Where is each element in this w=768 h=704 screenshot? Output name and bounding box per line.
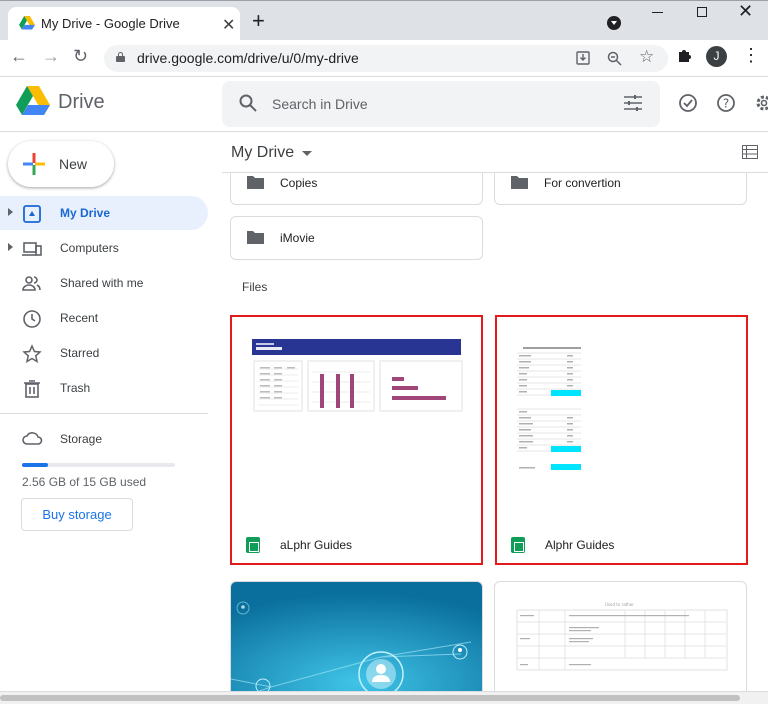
folder-card[interactable]: Copies: [230, 173, 483, 205]
browser-tab[interactable]: My Drive - Google Drive ✕: [8, 7, 240, 41]
offline-ready-icon[interactable]: [678, 93, 698, 113]
new-button[interactable]: New: [8, 141, 114, 187]
install-app-icon[interactable]: [576, 51, 590, 65]
window-close-button[interactable]: ✕: [738, 1, 753, 22]
main-content: Copies For convertion iMovie Files aLphr…: [210, 173, 768, 691]
scrollbar-thumb[interactable]: [0, 695, 740, 701]
new-button-label: New: [59, 156, 88, 172]
spreadsheet-dashboard-thumbnail: [252, 339, 463, 412]
window-minimize-button[interactable]: [651, 4, 665, 18]
drive-favicon-icon: [19, 16, 35, 30]
clock-icon: [23, 310, 41, 328]
google-sheets-icon: [246, 537, 260, 553]
new-plus-icon: [23, 153, 45, 175]
folder-icon: [511, 176, 528, 189]
folder-icon: [247, 176, 264, 189]
file-card[interactable]: aLphr Guides: [230, 315, 483, 565]
media-control-icon[interactable]: [607, 16, 621, 30]
google-sheets-icon: [511, 537, 525, 553]
file-card[interactable]: Used to rather: [494, 581, 747, 691]
reload-icon[interactable]: ↻: [73, 46, 88, 67]
folder-card[interactable]: For convertion: [494, 173, 747, 205]
sidebar-item-label: Shared with me: [60, 276, 144, 290]
buy-storage-button[interactable]: Buy storage: [21, 498, 133, 531]
file-card[interactable]: [230, 581, 483, 691]
storage-used-text: 2.56 GB of 15 GB used: [22, 475, 147, 489]
my-drive-icon: [23, 205, 41, 223]
shared-icon: [22, 276, 41, 291]
folder-name: iMovie: [280, 231, 315, 245]
folder-name: For convertion: [544, 176, 621, 190]
browser-toolbar: ← → ↻ drive.google.com/drive/u/0/my-driv…: [0, 40, 768, 77]
file-footer: aLphr Guides: [232, 525, 481, 565]
new-tab-button[interactable]: +: [252, 10, 265, 32]
bookmark-star-icon[interactable]: ☆: [639, 47, 654, 67]
search-icon[interactable]: [239, 94, 257, 112]
folder-name: Copies: [280, 176, 318, 190]
forward-arrow-icon[interactable]: →: [42, 46, 60, 67]
expand-caret-icon[interactable]: [8, 208, 13, 216]
back-arrow-icon[interactable]: ←: [10, 46, 28, 67]
sidebar-item-computers[interactable]: Computers: [0, 231, 208, 265]
sidebar-item-label: Computers: [60, 241, 119, 255]
window-maximize-button[interactable]: [697, 7, 707, 17]
sidebar-divider: [0, 413, 208, 414]
trash-icon: [24, 380, 40, 398]
horizontal-scrollbar[interactable]: [0, 691, 768, 704]
folder-icon: [247, 231, 264, 244]
browser-tab-strip: My Drive - Google Drive ✕ + ✕: [0, 0, 768, 41]
list-view-icon[interactable]: [742, 145, 758, 159]
drive-header: Drive Search in Drive ?: [0, 77, 768, 132]
cloud-storage-icon: [22, 432, 43, 445]
spreadsheet-table-thumbnail: [517, 347, 581, 470]
svg-text:?: ?: [723, 97, 729, 111]
folder-card[interactable]: iMovie: [230, 216, 483, 260]
profile-avatar[interactable]: J: [706, 46, 727, 67]
url-text[interactable]: drive.google.com/drive/u/0/my-drive: [137, 50, 359, 66]
sidebar-item-trash[interactable]: Trash: [0, 371, 208, 405]
zoom-icon[interactable]: [607, 51, 622, 66]
drive-logo-icon[interactable]: [16, 86, 50, 116]
tab-title: My Drive - Google Drive: [41, 16, 180, 31]
preview-doc-title: Used to rather: [605, 602, 634, 607]
help-icon[interactable]: ?: [716, 93, 736, 113]
file-card[interactable]: Alphr Guides: [495, 315, 748, 565]
app-title[interactable]: Drive: [58, 91, 105, 114]
lock-icon[interactable]: [116, 52, 125, 62]
search-bar[interactable]: Search in Drive: [222, 81, 660, 127]
file-thumbnail: [232, 317, 481, 523]
file-name: aLphr Guides: [280, 538, 353, 552]
browser-menu-icon[interactable]: ⋮: [742, 45, 760, 66]
search-options-icon[interactable]: [624, 95, 642, 111]
file-name: Alphr Guides: [545, 538, 615, 552]
files-section-label: Files: [242, 280, 268, 294]
sidebar-item-recent[interactable]: Recent: [0, 301, 208, 335]
network-image-thumbnail: [231, 582, 482, 691]
file-thumbnail: [497, 317, 746, 523]
address-bar[interactable]: drive.google.com/drive/u/0/my-drive ☆: [104, 45, 668, 72]
settings-gear-icon[interactable]: [754, 93, 768, 113]
sidebar-item-label: Starred: [60, 346, 100, 360]
breadcrumb-dropdown-icon[interactable]: [302, 151, 312, 156]
star-icon: [22, 344, 42, 364]
search-input[interactable]: Search in Drive: [272, 96, 368, 112]
sidebar-item-starred[interactable]: Starred: [0, 336, 208, 370]
sidebar-item-label: My Drive: [60, 206, 111, 220]
sidebar-item-label: Recent: [60, 311, 99, 325]
extensions-puzzle-icon[interactable]: [677, 47, 693, 63]
document-table-thumbnail: Used to rather: [516, 602, 728, 671]
sidebar-item-shared-with-me[interactable]: Shared with me: [0, 266, 208, 300]
sidebar-item-my-drive[interactable]: My Drive: [0, 196, 208, 230]
storage-label[interactable]: Storage: [60, 432, 102, 446]
sidebar-item-label: Trash: [60, 381, 91, 395]
expand-caret-icon[interactable]: [8, 243, 13, 251]
storage-progress-fill: [22, 463, 48, 467]
file-footer: Alphr Guides: [497, 525, 746, 565]
computers-icon: [22, 242, 42, 256]
tab-close-icon[interactable]: ✕: [222, 15, 235, 35]
storage-progress-bar: [22, 463, 175, 467]
breadcrumb[interactable]: My Drive: [231, 144, 294, 162]
